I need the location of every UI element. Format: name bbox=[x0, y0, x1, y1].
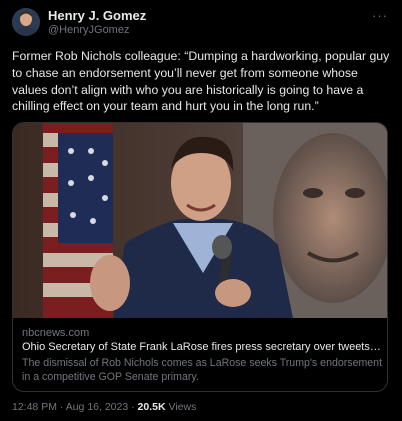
link-card[interactable]: nbcnews.com Ohio Secretary of State Fran… bbox=[12, 122, 388, 392]
tweet-meta: 12:48 PM · Aug 16, 2023 · 20.5K Views bbox=[12, 401, 196, 413]
views-count: 20.5K bbox=[137, 401, 166, 413]
link-card-description: The dismissal of Rob Nichols comes as La… bbox=[22, 357, 383, 383]
link-card-title[interactable]: Ohio Secretary of State Frank LaRose fir… bbox=[22, 341, 382, 353]
meta-separator: · bbox=[59, 401, 64, 413]
link-card-image bbox=[13, 123, 387, 318]
author-name[interactable]: Henry J. Gomez bbox=[48, 8, 146, 23]
views-label: Views bbox=[168, 401, 197, 413]
link-card-domain: nbcnews.com bbox=[22, 327, 90, 339]
more-options-icon[interactable]: ··· bbox=[372, 8, 388, 23]
tweet-date[interactable]: Aug 16, 2023 bbox=[66, 401, 128, 413]
tweet: Henry J. Gomez @HenryJGomez ··· Former R… bbox=[0, 0, 402, 421]
author-avatar[interactable] bbox=[12, 8, 40, 36]
author-handle[interactable]: @HenryJGomez bbox=[48, 24, 129, 36]
meta-separator: · bbox=[131, 401, 135, 413]
tweet-text: Former Rob Nichols colleague: “Dumping a… bbox=[12, 49, 390, 114]
tweet-time[interactable]: 12:48 PM bbox=[12, 401, 57, 413]
